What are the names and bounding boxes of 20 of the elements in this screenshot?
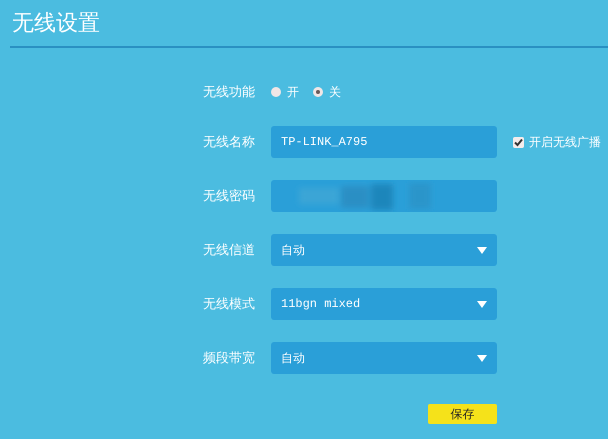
field-label: 无线功能 (203, 84, 255, 101)
select-field[interactable]: 自动 (271, 342, 497, 374)
input-field[interactable]: TP-LINK_A795 (271, 126, 497, 158)
caret-icon (477, 300, 487, 308)
checkmark-icon (514, 138, 523, 146)
field-label: 频段带宽 (203, 350, 255, 367)
field-label: 无线模式 (203, 296, 255, 313)
select-field[interactable]: 自动 (271, 234, 497, 266)
caret-icon (477, 354, 487, 362)
field-label: 无线名称 (203, 134, 255, 151)
caret-icon (477, 246, 487, 254)
field-label: 无线信道 (203, 242, 255, 259)
page-title: 无线设置 (12, 10, 100, 38)
password-field[interactable] (271, 180, 497, 212)
select-field[interactable]: 11bgn mixed (271, 288, 497, 320)
radio-option[interactable]: 关 (313, 84, 341, 100)
field-label: 无线密码 (203, 188, 255, 205)
save-button[interactable]: 保存 (428, 404, 497, 424)
broadcast-checkbox[interactable]: 开启无线广播 (513, 134, 608, 150)
radio-option[interactable]: 开 (271, 84, 299, 100)
